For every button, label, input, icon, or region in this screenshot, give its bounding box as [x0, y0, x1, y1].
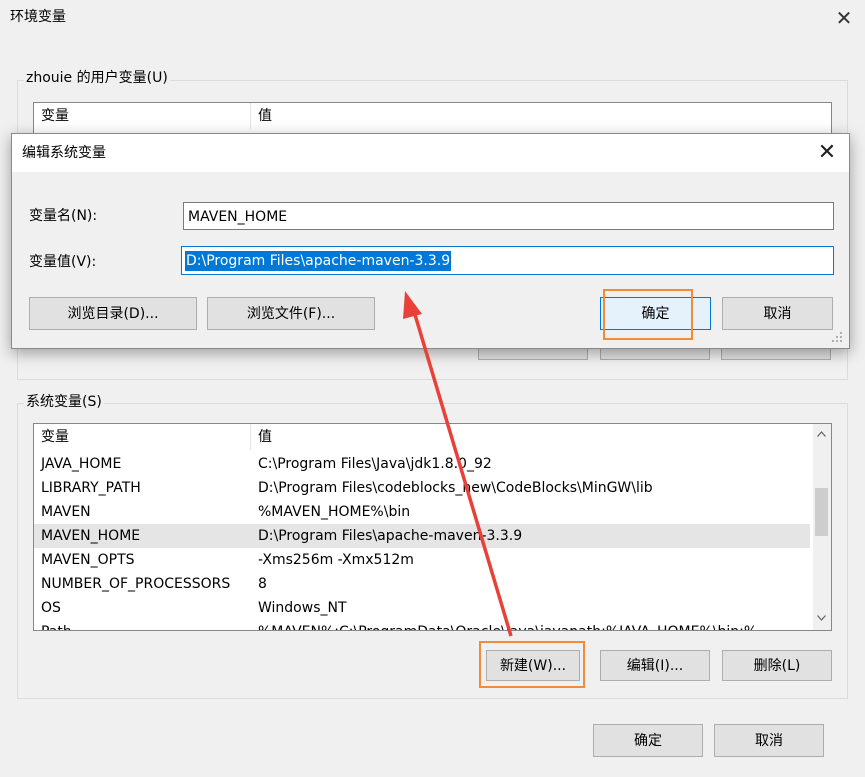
annotation-arrow	[403, 291, 513, 637]
